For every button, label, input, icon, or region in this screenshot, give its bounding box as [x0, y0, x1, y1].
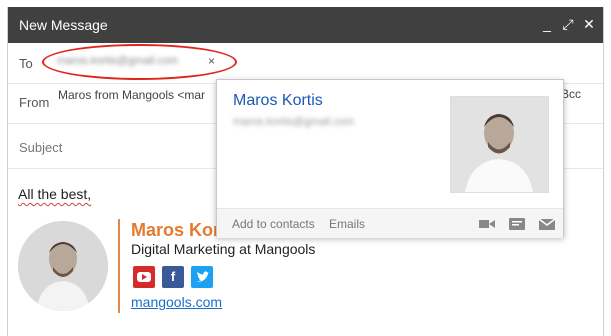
video-call-icon[interactable]: [478, 217, 496, 231]
chat-icon[interactable]: [508, 217, 526, 231]
emails-link[interactable]: Emails: [329, 217, 365, 231]
twitter-icon[interactable]: [191, 266, 213, 288]
signature-avatar: [18, 221, 108, 311]
recipient-email: maros.kortis@gmail.com: [57, 55, 179, 67]
contact-photo: [450, 96, 549, 193]
email-icon[interactable]: [538, 217, 556, 231]
compose-titlebar[interactable]: New Message _ ⤢ ✕: [8, 7, 603, 43]
youtube-icon[interactable]: [133, 266, 155, 288]
person-photo-icon: [18, 221, 108, 311]
contact-email: maros.kortis@gmail.com: [233, 116, 355, 128]
signature-website-link[interactable]: mangools.com: [131, 294, 222, 310]
remove-recipient-icon[interactable]: ×: [208, 54, 215, 68]
to-label: To: [19, 56, 33, 71]
person-photo-icon: [451, 97, 548, 192]
from-select[interactable]: Maros from Mangools <mar: [58, 88, 205, 102]
message-body-text[interactable]: All the best,: [18, 186, 91, 202]
subject-input[interactable]: Subject: [19, 140, 62, 155]
popout-icon[interactable]: ⤢: [559, 15, 577, 33]
facebook-icon[interactable]: f: [162, 266, 184, 288]
contact-name[interactable]: Maros Kortis: [233, 92, 323, 110]
window-title: New Message: [19, 17, 108, 33]
contact-hover-card: Maros Kortis maros.kortis@gmail.com Add …: [216, 79, 564, 238]
signature-divider: [118, 219, 120, 313]
minimize-icon[interactable]: _: [538, 15, 556, 33]
signature-role: Digital Marketing at Mangools: [131, 241, 316, 257]
from-label: From: [19, 95, 50, 110]
bcc-link[interactable]: Bcc: [561, 87, 581, 101]
recipient-chip[interactable]: maros.kortis@gmail.com ×: [53, 53, 222, 72]
close-icon[interactable]: ✕: [580, 15, 598, 33]
add-to-contacts-link[interactable]: Add to contacts: [232, 217, 315, 231]
